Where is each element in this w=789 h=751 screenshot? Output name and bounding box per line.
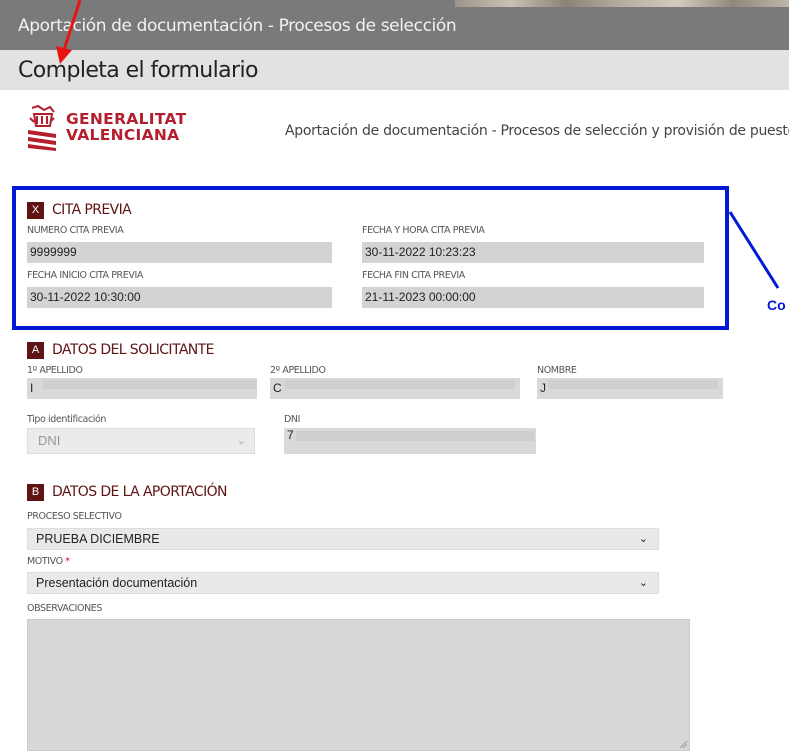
generalitat-emblem-icon [28,104,56,151]
section-badge: A [27,341,44,359]
tipo-identificacion-select: DNI ⌄ [27,428,255,454]
redaction-blur [285,380,515,389]
apellido2-label: 2º APELLIDO [270,365,326,376]
tipo-identificacion-label: Tipo identificación [27,414,107,425]
highlight-box-annotation [12,186,729,330]
header-photo-strip [455,0,789,7]
observaciones-label: OBSERVACIONES [27,603,103,614]
section-solicitante-header: A DATOS DEL SOLICITANTE [27,340,214,360]
motivo-label: MOTIVO * [27,556,70,567]
motivo-value: Presentación documentación [36,576,198,590]
redaction-blur [43,380,257,389]
chevron-down-icon: ⌄ [638,533,648,545]
annotation-text: Co [767,297,786,313]
proceso-selectivo-value: PRUEBA DICIEMBRE [36,532,160,546]
observaciones-textarea[interactable] [27,619,690,751]
sub-header-bar: Completa el formulario [0,50,789,90]
chevron-down-icon: ⌄ [638,577,648,589]
redaction-blur [548,380,718,389]
section-badge: B [27,483,44,501]
section-title: DATOS DEL SOLICITANTE [52,342,214,358]
resize-handle-icon[interactable] [679,740,687,748]
dni-label: DNI [284,414,301,425]
procedure-description: Aportación de documentación - Procesos d… [285,123,789,139]
redaction-blur [296,431,534,441]
logo-line-1: GENERALITAT [66,110,187,128]
section-aportacion-header: B DATOS DE LA APORTACIÓN [27,482,228,502]
logo-line-2: VALENCIANA [66,126,180,144]
nombre-label: NOMBRE [537,365,577,376]
top-bar: Aportación de documentación - Procesos d… [0,0,789,50]
proceso-selectivo-select[interactable]: PRUEBA DICIEMBRE ⌄ [27,528,659,550]
generalitat-logo: GENERALITAT VALENCIANA [24,104,214,152]
annotation-pointer-line [728,211,780,289]
required-marker: * [65,556,70,567]
apellido1-label: 1º APELLIDO [27,365,83,376]
proceso-selectivo-label: PROCESO SELECTIVO [27,511,122,522]
tipo-identificacion-value: DNI [38,433,61,448]
chevron-down-icon: ⌄ [236,435,246,447]
motivo-label-text: MOTIVO [27,556,63,567]
motivo-select[interactable]: Presentación documentación ⌄ [27,572,659,594]
section-title: DATOS DE LA APORTACIÓN [52,484,228,500]
red-arrow-annotation [56,0,82,64]
logo-wordmark: GENERALITAT VALENCIANA [66,111,186,143]
